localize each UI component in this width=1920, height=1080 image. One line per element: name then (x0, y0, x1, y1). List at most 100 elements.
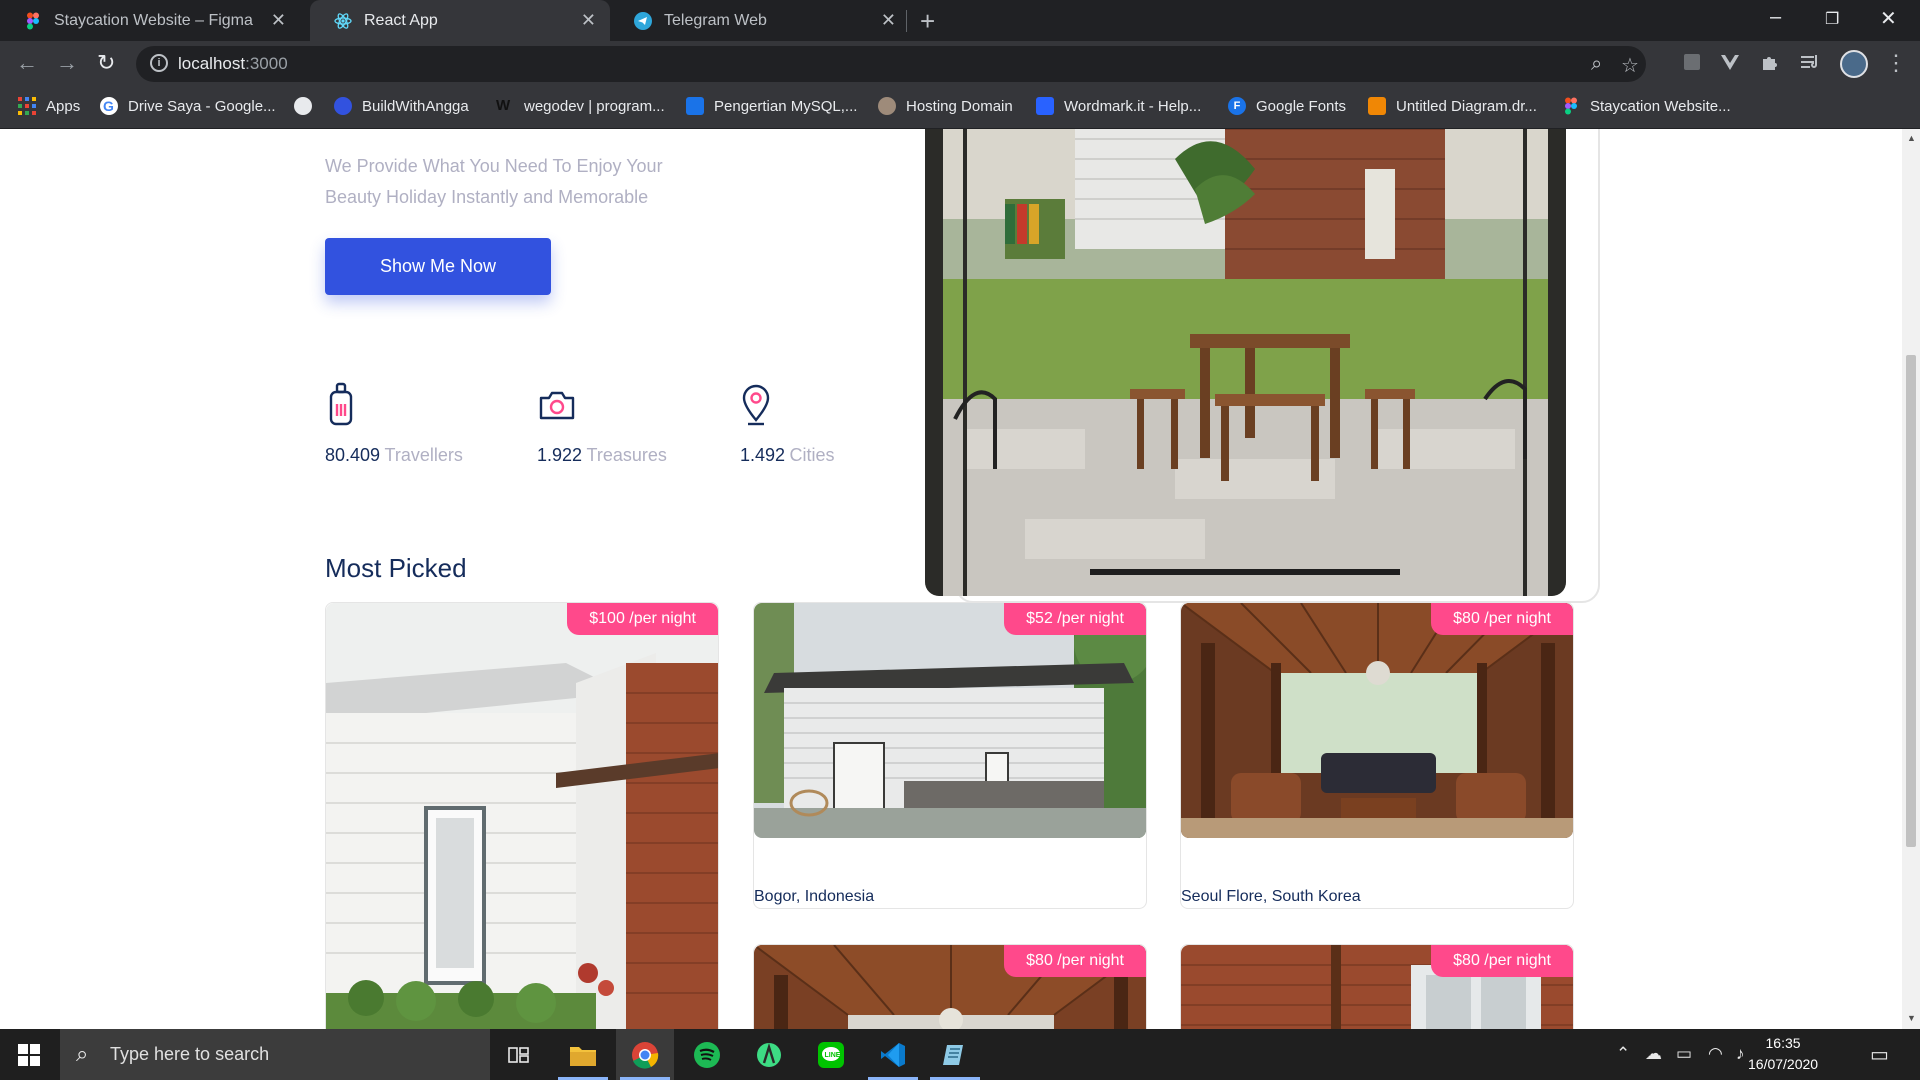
most-picked-card[interactable]: $80 /per night (1180, 944, 1574, 1029)
menu-kebab-icon[interactable]: ⋮ (1885, 50, 1907, 76)
volume-icon[interactable]: ♪ (1736, 1044, 1745, 1064)
svg-text:G: G (103, 98, 114, 114)
chrome-icon[interactable] (616, 1029, 674, 1080)
hero-description: We Provide What You Need To Enjoy Your B… (325, 156, 663, 207)
property-location: Seoul Flore, South Korea (1181, 888, 1361, 905)
scroll-up-arrow-icon[interactable]: ▲ (1907, 133, 1916, 143)
taskbar-clock[interactable]: 16:35 16/07/2020 (1748, 1033, 1818, 1075)
tab-figma[interactable]: Staycation Website – Figma ✕ (0, 0, 300, 41)
zoom-icon[interactable]: ⌕ (1591, 53, 1602, 76)
scroll-down-arrow-icon[interactable]: ▼ (1907, 1013, 1916, 1023)
bookmark-wegodev[interactable]: W wegodev | program... (496, 97, 665, 115)
close-window-icon[interactable]: ✕ (1880, 6, 1897, 31)
windows-taskbar: ⌕ Type here to search LINE ⌃ ☁ ▭ ◠ ♪ 16:… (0, 1029, 1920, 1080)
wifi-icon[interactable]: ◠ (1708, 1044, 1723, 1064)
stat-cities: 1.492 Cities (740, 382, 835, 466)
browser-tab-strip: Staycation Website – Figma ✕ React App ✕… (0, 0, 1920, 41)
restore-icon[interactable]: ❐ (1825, 9, 1839, 29)
most-picked-card[interactable]: $80 /per night Seoul Flore, South Korea (1180, 602, 1574, 909)
most-picked-card[interactable]: $80 /per night (753, 944, 1147, 1029)
bookmark-mysql[interactable]: Pengertian MySQL,... (686, 97, 857, 115)
notification-center-icon[interactable]: ▭ (1870, 1042, 1889, 1067)
address-bar[interactable]: i localhost:3000 ⌕ ☆ (136, 46, 1646, 82)
price-badge: $52 /per night (1004, 603, 1146, 635)
battery-icon[interactable]: ▭ (1676, 1044, 1692, 1064)
site-info-icon[interactable]: i (150, 54, 168, 72)
clock-date: 16/07/2020 (1748, 1056, 1819, 1072)
bookmarks-bar: Apps G Drive Saya - Google... BuildWithA… (0, 87, 1920, 129)
vscode-icon[interactable] (864, 1029, 922, 1080)
figma-icon (24, 12, 42, 30)
bookmark-staycation-figma[interactable]: Staycation Website... (1562, 97, 1731, 115)
bookmark-hosting[interactable]: Hosting Domain (878, 97, 1013, 115)
stat-travellers: 80.409 Travellers (325, 382, 463, 466)
globe-icon (294, 97, 312, 115)
property-image (1181, 603, 1573, 838)
close-tab-icon[interactable]: ✕ (271, 10, 286, 31)
camera-icon (539, 391, 575, 420)
notes-app-icon[interactable] (926, 1029, 984, 1080)
minimize-icon[interactable]: – (1770, 6, 1781, 29)
price-badge: $80 /per night (1004, 945, 1146, 977)
bookmark-buildwithangga[interactable]: BuildWithAngga (334, 97, 469, 115)
tab-telegram[interactable]: Telegram Web ✕ (610, 0, 910, 41)
tab-react-app[interactable]: React App ✕ (310, 0, 610, 41)
price-badge: $80 /per night (1431, 945, 1573, 977)
bookmark-star-icon[interactable]: ☆ (1621, 53, 1639, 78)
task-view-icon[interactable] (490, 1029, 548, 1080)
page-scrollbar[interactable]: ▲ ▼ (1902, 129, 1920, 1029)
extensions-puzzle-icon[interactable] (1760, 52, 1782, 74)
scrollbar-thumb[interactable] (1906, 355, 1916, 847)
stat-number: 80.409 (325, 445, 381, 465)
wordmark-icon (1036, 97, 1054, 115)
show-me-now-button[interactable]: Show Me Now (325, 238, 551, 295)
property-image (754, 603, 1146, 838)
extension-square-icon[interactable] (1682, 52, 1704, 74)
taskbar-search-box[interactable]: ⌕ Type here to search (60, 1029, 490, 1080)
vuejs-devtools-icon[interactable] (1720, 52, 1742, 74)
property-image (326, 603, 718, 1029)
tab-title: Telegram Web (664, 11, 767, 29)
windows-start-icon[interactable] (18, 1044, 40, 1066)
android-studio-icon[interactable] (740, 1029, 798, 1080)
most-picked-card[interactable]: $52 /per night Bogor, Indonesia (753, 602, 1147, 909)
wegodev-icon: W (496, 97, 511, 114)
tab-divider (906, 10, 907, 32)
spotify-icon[interactable] (678, 1029, 736, 1080)
show-hidden-icons-chevron-icon[interactable]: ⌃ (1616, 1044, 1630, 1064)
reload-icon[interactable]: ↻ (97, 50, 115, 76)
forward-icon[interactable]: → (56, 50, 78, 76)
file-explorer-icon[interactable] (554, 1029, 612, 1080)
stat-treasures: 1.922 Treasures (537, 382, 667, 466)
profile-avatar[interactable] (1840, 50, 1868, 78)
luggage-icon (329, 382, 353, 426)
back-icon[interactable]: ← (16, 50, 38, 76)
mysql-icon (686, 97, 704, 115)
search-placeholder: Type here to search (110, 1044, 270, 1064)
onedrive-cloud-icon[interactable]: ☁ (1645, 1044, 1662, 1064)
map-pin-icon (742, 384, 770, 426)
buildwithangga-icon (334, 97, 352, 115)
drawio-icon (1368, 97, 1386, 115)
page-viewport: We Provide What You Need To Enjoy Your B… (0, 129, 1902, 1029)
most-picked-card[interactable]: $100 /per night (325, 602, 719, 1029)
bookmark-google-fonts[interactable]: F Google Fonts (1228, 97, 1346, 115)
price-badge: $100 /per night (567, 603, 718, 635)
new-tab-icon[interactable]: + (920, 6, 935, 37)
close-tab-icon[interactable]: ✕ (881, 10, 896, 31)
bookmark-wordmark[interactable]: Wordmark.it - Help... (1036, 97, 1201, 115)
stat-label: Cities (789, 445, 835, 465)
tab-title: Staycation Website – Figma (54, 11, 253, 29)
close-tab-icon[interactable]: ✕ (581, 10, 596, 31)
bookmark-globe[interactable] (294, 97, 322, 115)
most-picked-title: Most Picked (325, 553, 467, 583)
bookmark-apps[interactable]: Apps (18, 97, 80, 115)
bookmark-drawio[interactable]: Untitled Diagram.dr... (1368, 97, 1537, 115)
stat-label: Travellers (384, 445, 463, 465)
google-icon: G (100, 97, 118, 115)
svg-text:LINE: LINE (825, 1052, 841, 1059)
line-icon[interactable]: LINE (802, 1029, 860, 1080)
media-queue-icon[interactable] (1800, 52, 1822, 74)
url-text[interactable]: localhost:3000 (178, 54, 288, 74)
bookmark-drive[interactable]: G Drive Saya - Google... (100, 97, 276, 115)
